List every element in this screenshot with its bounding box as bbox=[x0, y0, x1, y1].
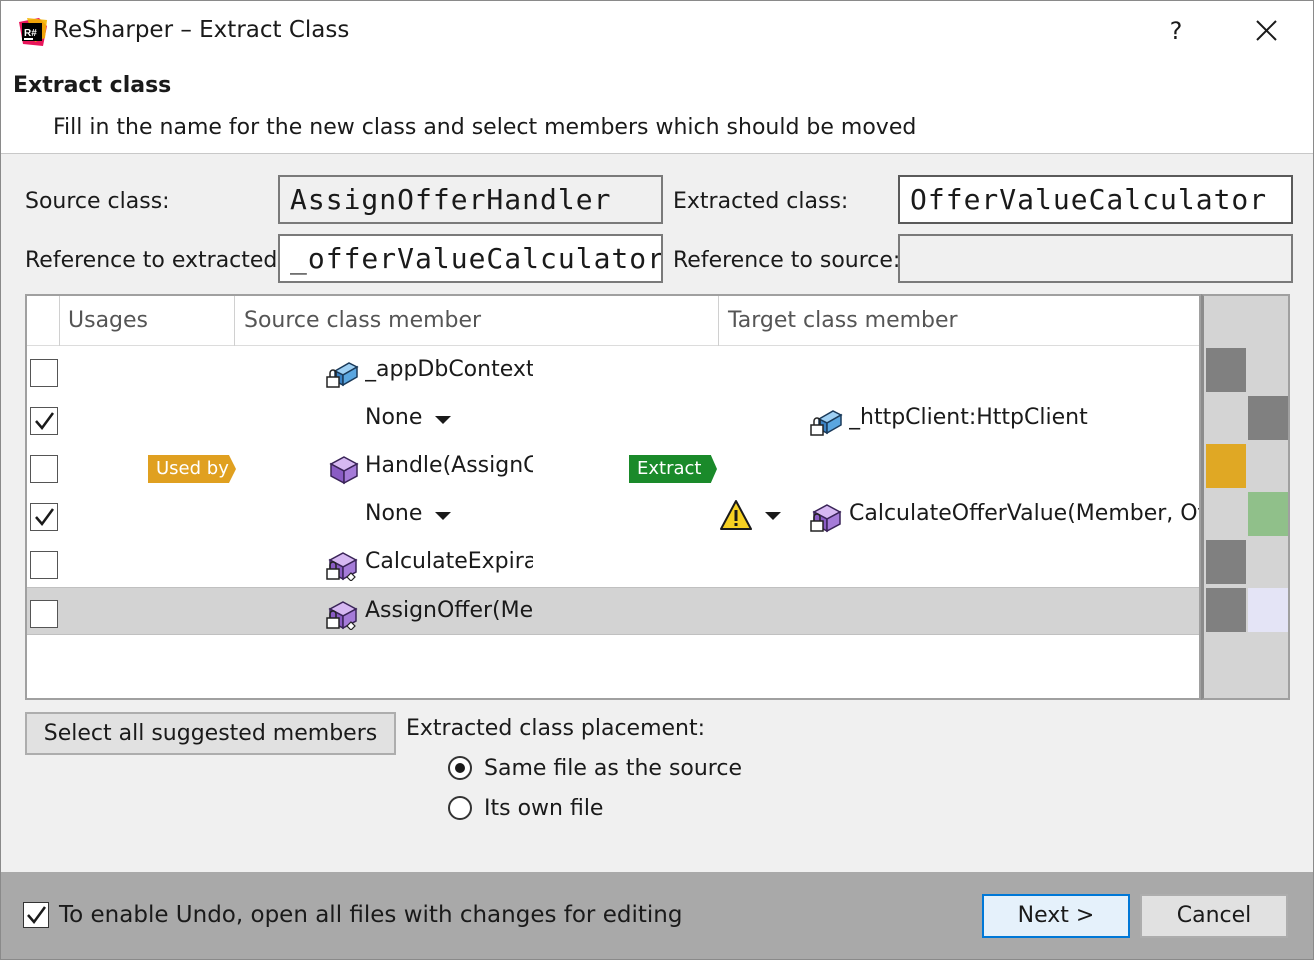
radio-own-file-label[interactable]: Its own file bbox=[484, 796, 603, 821]
private-method-icon bbox=[326, 601, 358, 630]
table-row[interactable]: CalculateExpirat bbox=[27, 539, 1199, 587]
page-subtitle: Fill in the name for the new class and s… bbox=[53, 115, 917, 140]
column-source-member[interactable]: Source class member bbox=[244, 308, 481, 333]
extract-badge[interactable]: Extract bbox=[629, 455, 717, 483]
minimap-marker bbox=[1206, 588, 1246, 632]
radio-own-file[interactable] bbox=[448, 796, 472, 820]
undo-label[interactable]: To enable Undo, open all files with chan… bbox=[59, 902, 682, 928]
source-member-text: CalculateExpirat bbox=[365, 549, 533, 574]
ref-extracted-label: Reference to extracted: bbox=[25, 248, 285, 273]
help-button[interactable]: ? bbox=[1159, 11, 1193, 51]
target-member-text: CalculateOfferValue(Member, Off bbox=[849, 501, 1199, 526]
radio-same-file-label[interactable]: Same file as the source bbox=[484, 756, 742, 781]
method-icon bbox=[329, 456, 359, 485]
row-checkbox[interactable] bbox=[30, 455, 58, 483]
extracted-class-label: Extracted class: bbox=[673, 189, 849, 214]
source-class-label: Source class: bbox=[25, 189, 170, 214]
undo-checkbox[interactable] bbox=[23, 902, 49, 928]
row-checkbox[interactable] bbox=[30, 600, 58, 628]
source-member-text: _appDbContext: bbox=[365, 357, 533, 382]
warning-icon[interactable] bbox=[719, 499, 753, 531]
svg-text:R#: R# bbox=[24, 28, 37, 39]
close-icon[interactable] bbox=[1247, 11, 1287, 51]
source-class-field[interactable]: AssignOfferHandler bbox=[278, 175, 663, 224]
minimap-marker bbox=[1206, 348, 1246, 392]
members-grid: Usages Source class member Target class … bbox=[25, 294, 1201, 700]
table-row[interactable]: _appDbContext: bbox=[27, 347, 1199, 395]
table-row[interactable]: Used by Handle(AssignC Extract bbox=[27, 443, 1199, 491]
chevron-down-icon[interactable] bbox=[765, 512, 781, 520]
dialog-header: Extract class Fill in the name for the n… bbox=[1, 61, 1313, 154]
table-row[interactable]: None _httpClient:HttpClient bbox=[27, 395, 1199, 443]
minimap-marker bbox=[1248, 588, 1288, 632]
table-row[interactable]: AssignOffer(Me bbox=[27, 587, 1199, 635]
minimap-marker bbox=[1248, 396, 1288, 440]
row-checkbox[interactable] bbox=[30, 551, 58, 579]
select-all-suggested-button[interactable]: Select all suggested members bbox=[25, 712, 396, 755]
window-title: ReSharper – Extract Class bbox=[53, 17, 350, 43]
ref-source-field[interactable] bbox=[898, 234, 1293, 283]
private-method-icon bbox=[326, 552, 358, 581]
radio-same-file[interactable] bbox=[448, 756, 472, 780]
ref-source-label: Reference to source: bbox=[673, 248, 901, 273]
used-by-badge[interactable]: Used by bbox=[148, 455, 236, 483]
source-member-dropdown[interactable]: None bbox=[365, 405, 422, 430]
minimap-marker bbox=[1206, 444, 1246, 488]
locked-field-icon bbox=[810, 410, 843, 436]
title-bar: R# ReSharper – Extract Class ? bbox=[1, 1, 1313, 61]
row-checkbox[interactable] bbox=[30, 503, 58, 531]
locked-field-icon bbox=[326, 362, 359, 388]
minimap-marker bbox=[1248, 492, 1288, 536]
resharper-logo-icon: R# bbox=[19, 18, 47, 46]
target-member-text: _httpClient:HttpClient bbox=[849, 405, 1088, 430]
row-checkbox[interactable] bbox=[30, 407, 58, 435]
chevron-down-icon[interactable] bbox=[435, 416, 451, 424]
row-checkbox[interactable] bbox=[30, 359, 58, 387]
column-usages[interactable]: Usages bbox=[68, 308, 148, 333]
member-minimap bbox=[1201, 294, 1290, 700]
placement-label: Extracted class placement: bbox=[406, 716, 706, 741]
extract-class-dialog: R# ReSharper – Extract Class ? Extract c… bbox=[0, 0, 1314, 960]
minimap-marker bbox=[1206, 540, 1246, 584]
source-member-text: Handle(AssignC bbox=[365, 453, 533, 478]
page-title: Extract class bbox=[13, 73, 172, 98]
locked-method-icon bbox=[810, 504, 842, 533]
table-row[interactable]: None CalculateOfferValue(Member, Off bbox=[27, 491, 1199, 539]
cancel-button[interactable]: Cancel bbox=[1140, 894, 1288, 938]
source-member-dropdown[interactable]: None bbox=[365, 501, 422, 526]
source-member-text: AssignOffer(Me bbox=[365, 598, 533, 623]
grid-header: Usages Source class member Target class … bbox=[27, 296, 1199, 346]
ref-extracted-field[interactable]: _offerValueCalculator bbox=[278, 234, 663, 283]
extracted-class-field[interactable]: OfferValueCalculator bbox=[898, 175, 1293, 224]
column-target-member[interactable]: Target class member bbox=[728, 308, 958, 333]
dialog-footer: To enable Undo, open all files with chan… bbox=[1, 872, 1313, 959]
chevron-down-icon[interactable] bbox=[435, 512, 451, 520]
next-button[interactable]: Next > bbox=[982, 894, 1130, 938]
